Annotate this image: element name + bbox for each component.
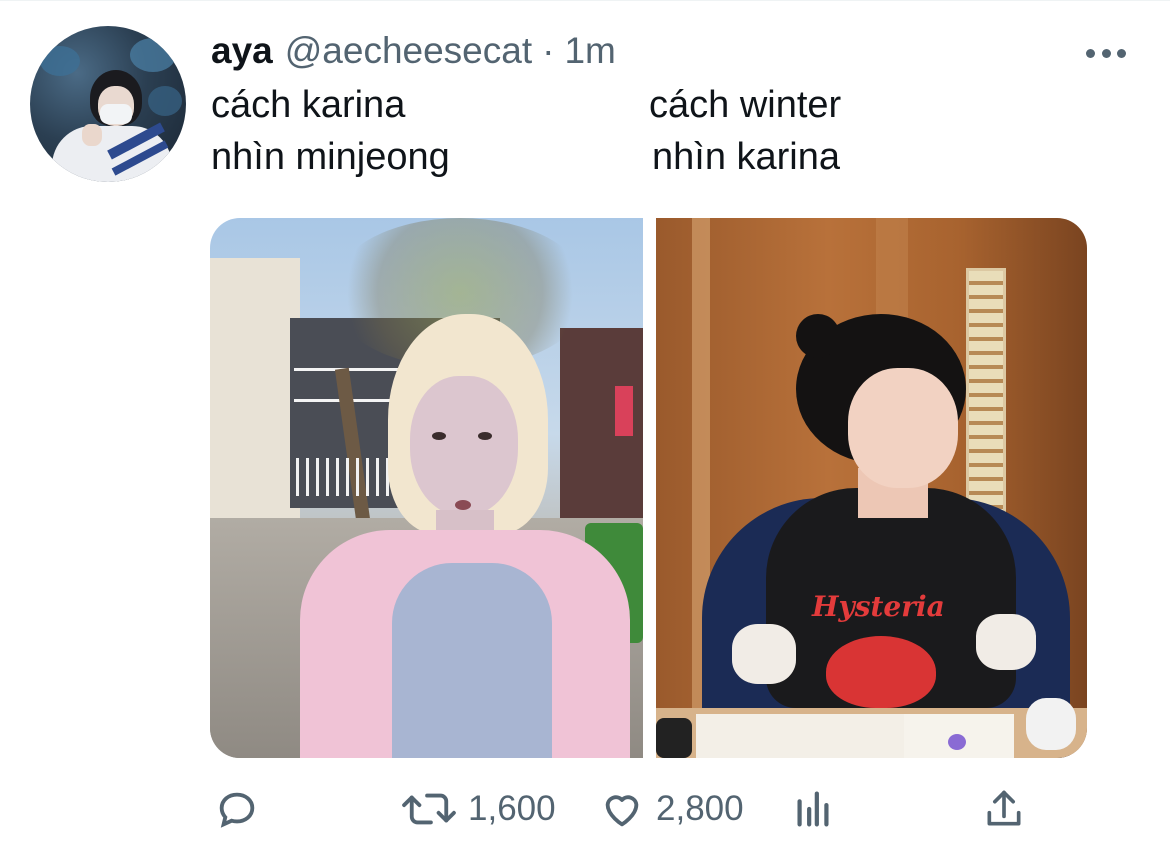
analytics-icon (797, 791, 829, 827)
retweet-button[interactable]: 1,600 (400, 786, 556, 832)
author-handle[interactable]: @aecheesecat (285, 30, 532, 72)
author-name[interactable]: aya (211, 30, 273, 72)
retweet-icon (402, 793, 456, 825)
tweet-header: aya @aecheesecat · 1m (211, 30, 616, 76)
share-button[interactable] (982, 786, 1026, 832)
analytics-button[interactable] (792, 786, 834, 832)
share-icon (987, 790, 1021, 826)
tweet-media: Hysteria (210, 218, 1087, 758)
separator-dot: · (542, 30, 555, 71)
reply-icon (219, 792, 255, 828)
tweet-timestamp[interactable]: 1m (564, 30, 615, 72)
tweet-text-left-line1: cách karina (211, 84, 406, 126)
tweet-text-right-line1: cách winter (649, 84, 842, 126)
tweet-text-left-line2: nhìn minjeong (211, 136, 450, 178)
top-divider (0, 0, 1170, 1)
avatar[interactable] (30, 26, 186, 182)
tweet-text-right-line2: nhìn karina (652, 136, 841, 178)
more-icon[interactable] (1086, 46, 1126, 60)
like-count: 2,800 (656, 789, 744, 828)
like-button[interactable]: 2,800 (598, 786, 744, 832)
retweet-count: 1,600 (468, 789, 556, 828)
shirt-logo-text: Hysteria (812, 590, 945, 623)
like-icon (605, 795, 639, 827)
media-photo-left[interactable] (210, 218, 643, 758)
media-photo-right[interactable]: Hysteria (656, 218, 1087, 758)
reply-button[interactable] (214, 786, 260, 832)
